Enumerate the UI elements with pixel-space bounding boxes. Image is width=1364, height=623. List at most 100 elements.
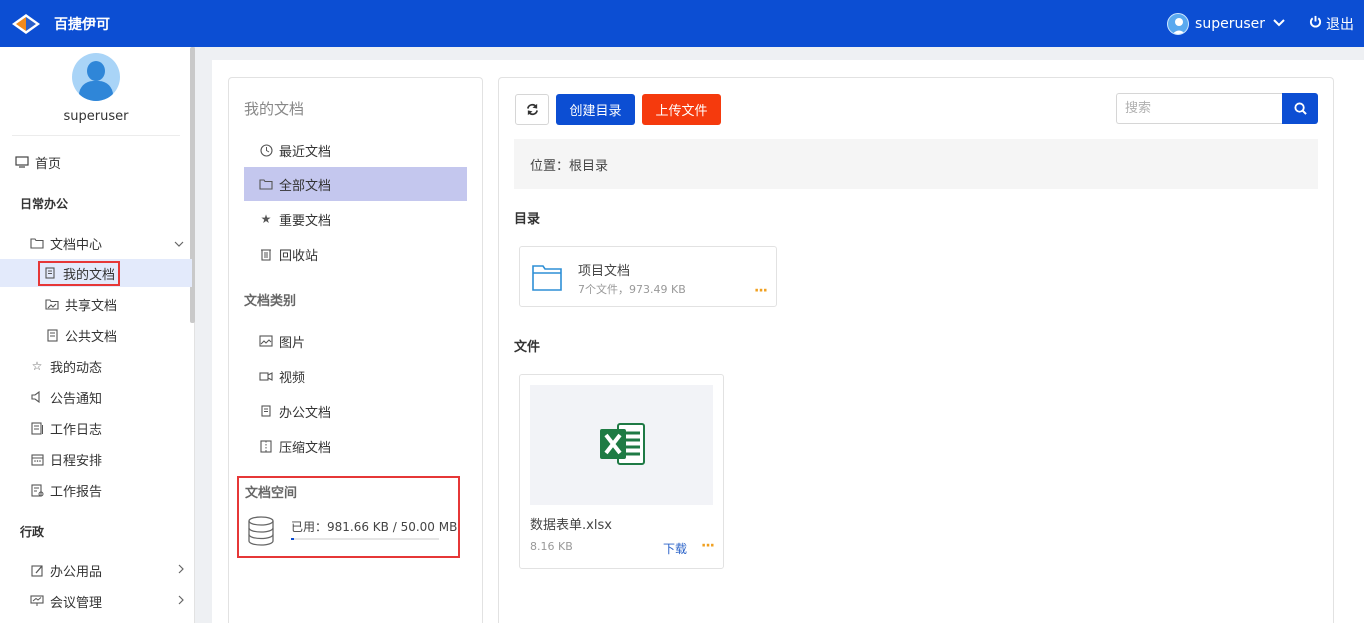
folder-icon	[532, 263, 562, 291]
logout-button[interactable]: 退出	[1309, 14, 1354, 34]
file-thumbnail[interactable]	[530, 385, 713, 505]
document-icon	[43, 266, 57, 280]
highlight-box: 我的文档	[38, 260, 121, 286]
nav-item-my-activity[interactable]: ☆ 我的动态	[0, 352, 192, 380]
user-menu[interactable]: superuser	[1195, 16, 1265, 32]
doc-space-title: 文档空间	[245, 486, 298, 501]
nav-label: 会议管理	[50, 595, 103, 611]
chevron-down-icon[interactable]	[174, 237, 184, 250]
chevron-down-icon[interactable]	[1273, 17, 1285, 30]
star-icon: ☆	[31, 359, 43, 373]
docs-item-label: 图片	[279, 335, 306, 351]
archive-icon	[259, 439, 273, 453]
docs-item-label: 回收站	[279, 248, 319, 264]
search-icon	[1293, 102, 1307, 115]
doc-space-box: 文档空间 已用：981.66 KB / 50.00 MB	[237, 476, 460, 558]
search-button[interactable]	[1282, 93, 1318, 124]
nav-item-public-docs[interactable]: 公共文档	[0, 321, 192, 349]
clock-icon	[259, 143, 273, 157]
doc-space-progress-fill	[291, 538, 294, 540]
nav-item-home[interactable]: 首页	[0, 148, 192, 176]
star-icon: ★	[260, 212, 272, 226]
content-panel: 创建目录 上传文件 位置：根目录 目录 项目文档 7个文件，973.49 KB …	[498, 77, 1334, 623]
docs-item-all[interactable]: 全部文档	[244, 167, 467, 201]
log-icon	[30, 421, 44, 435]
upload-file-button[interactable]: 上传文件	[642, 94, 721, 125]
folder-name[interactable]: 项目文档	[578, 260, 630, 279]
nav-item-office-supplies[interactable]: 办公用品	[0, 556, 192, 584]
chevron-right-icon[interactable]	[178, 564, 184, 577]
nav-item-notices[interactable]: 公告通知	[0, 383, 192, 411]
refresh-button[interactable]	[515, 94, 549, 125]
file-card[interactable]: 数据表单.xlsx 8.16 KB 下载 ···	[519, 374, 724, 569]
top-bar: 百捷伊可 superuser 退出	[0, 0, 1364, 47]
folder-icon	[259, 178, 273, 190]
nav-item-work-log[interactable]: 工作日志	[0, 414, 192, 442]
docs-item-important[interactable]: ★ 重要文档	[244, 202, 467, 236]
directory-heading: 目录	[514, 212, 541, 227]
nav-label: 我的文档	[63, 267, 116, 283]
nav-item-meeting-mgmt[interactable]: 会议管理	[0, 587, 192, 615]
image-folder-icon	[45, 297, 59, 311]
nav-section-admin: 行政	[20, 525, 45, 539]
nav-item-shared-docs[interactable]: 共享文档	[0, 290, 192, 318]
doc-space-progress	[291, 538, 439, 540]
refresh-icon	[526, 103, 538, 116]
nav-label: 公共文档	[65, 329, 118, 345]
docs-item-label: 全部文档	[279, 178, 332, 194]
folder-more-icon[interactable]: ···	[754, 283, 768, 299]
nav-label: 公告通知	[50, 391, 103, 407]
document-icon	[259, 404, 273, 418]
file-download-link[interactable]: 下载	[663, 540, 687, 557]
create-directory-button[interactable]: 创建目录	[556, 94, 635, 125]
image-icon	[259, 335, 273, 347]
docs-category-image[interactable]: 图片	[244, 324, 467, 358]
docs-item-label: 视频	[279, 370, 306, 386]
left-nav: superuser 首页 日常办公 文档中心 我的文档 共享文档 公共文档 ☆ …	[0, 47, 195, 623]
chevron-right-icon[interactable]	[178, 595, 184, 608]
docs-item-recent[interactable]: 最近文档	[244, 133, 467, 167]
nav-item-doc-center[interactable]: 文档中心	[0, 229, 192, 257]
nav-label: 办公用品	[50, 564, 103, 580]
search-input[interactable]	[1116, 93, 1282, 124]
nav-label: 工作日志	[50, 422, 103, 438]
database-icon	[247, 516, 275, 546]
docs-category-video[interactable]: 视频	[244, 359, 467, 393]
docs-item-recycle[interactable]: 回收站	[244, 237, 467, 271]
docs-item-label: 最近文档	[279, 144, 332, 160]
trash-icon	[259, 248, 273, 261]
folder-card[interactable]: 项目文档 7个文件，973.49 KB ···	[519, 246, 777, 307]
user-avatar[interactable]	[1167, 12, 1190, 35]
app-title: 百捷伊可	[54, 16, 110, 33]
docs-category-archive[interactable]: 压缩文档	[244, 429, 467, 463]
edit-icon	[30, 563, 44, 577]
file-more-icon[interactable]: ···	[701, 538, 715, 554]
nav-label: 首页	[35, 156, 62, 172]
docs-item-label: 压缩文档	[279, 440, 332, 456]
docs-panel-title: 我的文档	[244, 100, 305, 118]
nav-item-work-report[interactable]: 工作报告	[0, 476, 192, 504]
app-logo[interactable]	[10, 8, 42, 40]
nav-section-office: 日常办公	[20, 197, 69, 211]
nav-username: superuser	[63, 109, 129, 124]
video-icon	[259, 370, 273, 382]
nav-divider	[12, 135, 180, 136]
nav-label: 共享文档	[65, 298, 118, 314]
profile-avatar[interactable]	[72, 53, 120, 101]
meeting-icon	[30, 594, 44, 608]
folder-meta: 7个文件，973.49 KB	[578, 283, 686, 296]
logout-label: 退出	[1326, 16, 1354, 33]
docs-category-title: 文档类别	[244, 294, 297, 309]
calendar-icon	[30, 452, 44, 466]
nav-label: 我的动态	[50, 360, 103, 376]
docs-category-office[interactable]: 办公文档	[244, 394, 467, 428]
nav-item-schedule[interactable]: 日程安排	[0, 445, 192, 473]
file-heading: 文件	[514, 340, 541, 355]
document-icon	[45, 328, 59, 342]
monitor-icon	[15, 155, 29, 169]
file-name[interactable]: 数据表单.xlsx	[530, 514, 612, 533]
docs-item-label: 重要文档	[279, 213, 332, 229]
report-icon	[30, 483, 44, 497]
docs-item-label: 办公文档	[279, 405, 332, 421]
nav-item-my-docs[interactable]: 我的文档	[0, 259, 192, 287]
